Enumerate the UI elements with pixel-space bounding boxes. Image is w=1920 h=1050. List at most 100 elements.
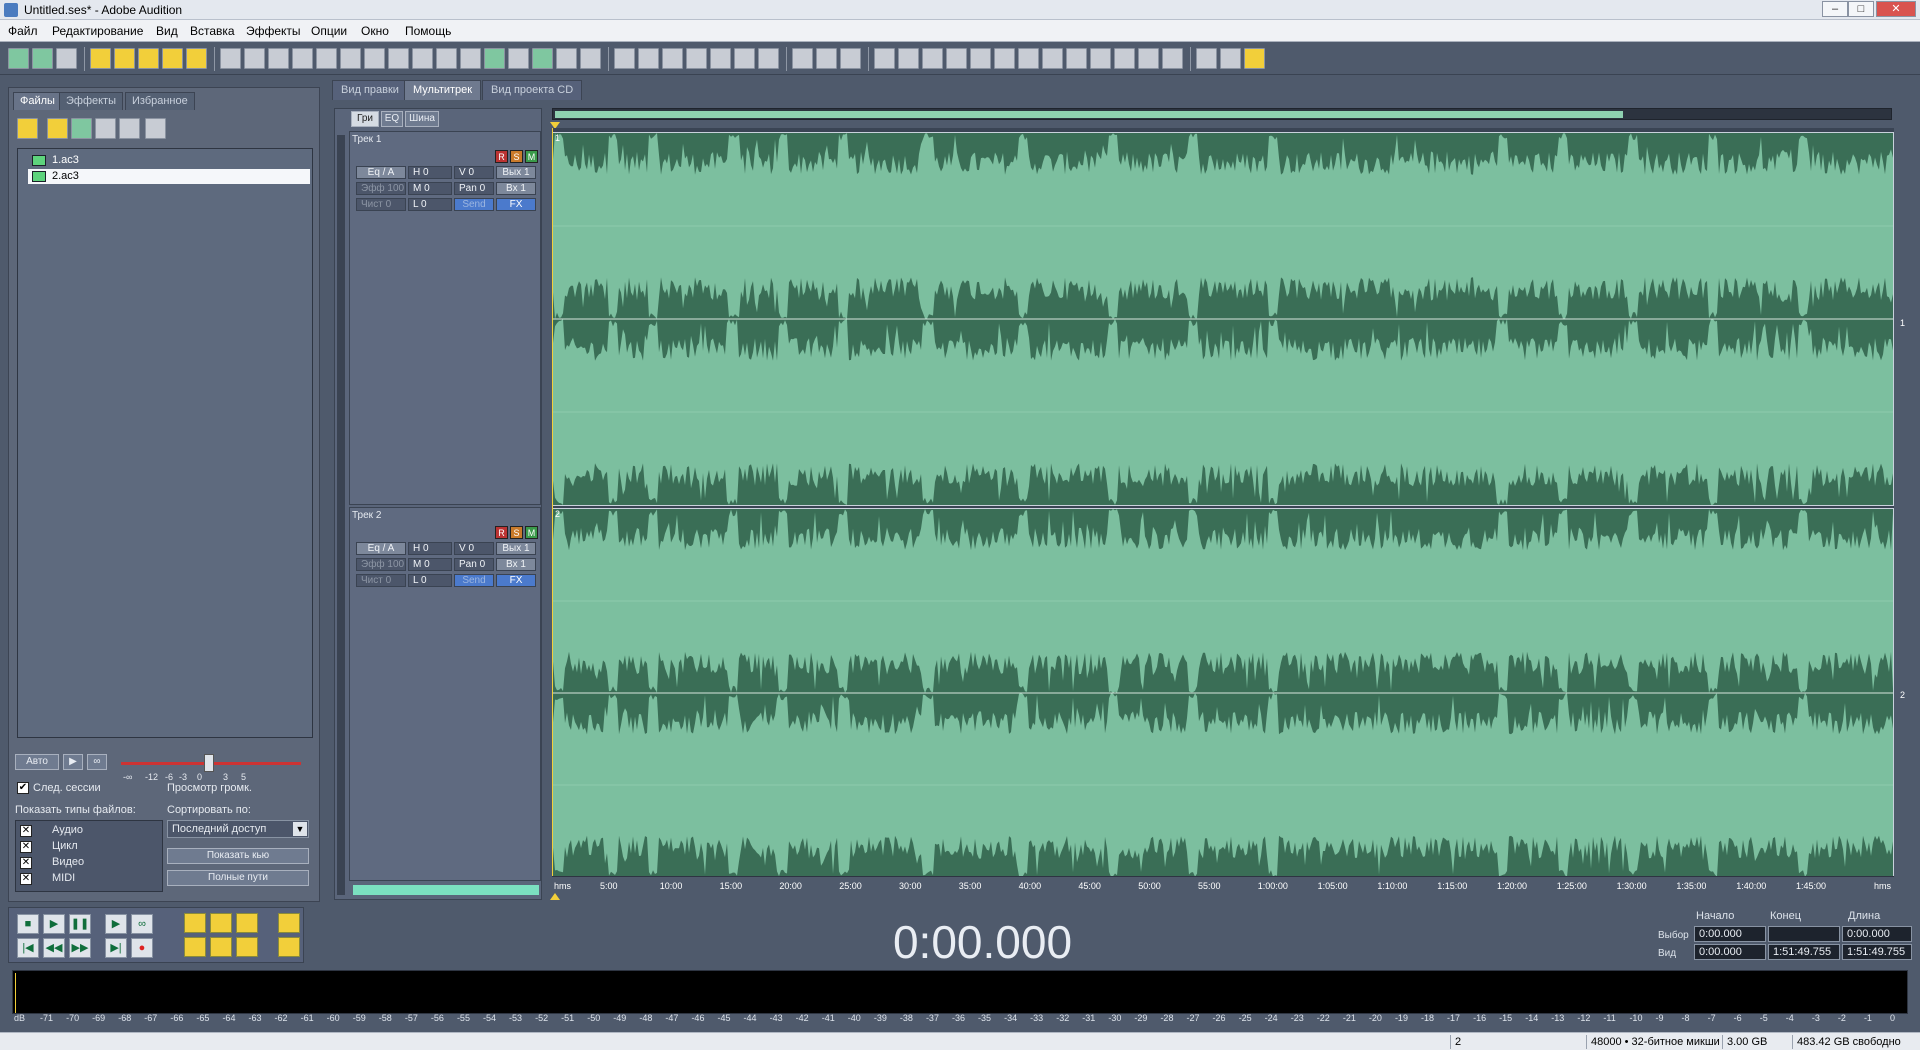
loop-checkbox[interactable]: ✕ [20, 841, 32, 853]
v-field[interactable]: V 0 [454, 166, 494, 179]
window-11-icon[interactable] [1114, 48, 1135, 69]
volume-field[interactable]: H 0 [408, 542, 452, 555]
time-ruler[interactable]: hms 5:00 10:00 15:00 20:00 25:00 30:00 35:00 40:… [552, 876, 1894, 894]
multitrack-view-icon[interactable] [32, 48, 53, 69]
window-3-icon[interactable] [922, 48, 943, 69]
zoom-out-icon[interactable] [210, 913, 232, 933]
mix-icon[interactable] [580, 48, 601, 69]
cut-icon[interactable] [316, 48, 337, 69]
output-button[interactable]: Вых 1 [496, 166, 536, 179]
window-13-icon[interactable] [1162, 48, 1183, 69]
zoom-full-icon[interactable] [236, 913, 258, 933]
menu-insert[interactable]: Вставка [190, 24, 235, 38]
lock-icon[interactable] [508, 48, 529, 69]
menu-view[interactable]: Вид [156, 24, 178, 38]
workspace-1-icon[interactable] [1196, 48, 1217, 69]
close-file-icon[interactable] [71, 118, 92, 139]
menu-file[interactable]: Файл [8, 24, 38, 38]
split-icon[interactable] [460, 48, 481, 69]
menu-options[interactable]: Опции [311, 24, 347, 38]
cd-view-icon[interactable] [56, 48, 77, 69]
playhead-line[interactable] [552, 128, 553, 880]
open-file-icon[interactable] [47, 118, 68, 139]
tab-cd-project[interactable]: Вид проекта CD [482, 80, 583, 100]
output-button[interactable]: Вых 1 [496, 542, 536, 555]
eq-button[interactable]: Eq / A [356, 166, 406, 179]
window-5-icon[interactable] [970, 48, 991, 69]
input-button[interactable]: Вх 1 [496, 182, 536, 195]
tab-multitrack[interactable]: Мультитрек [404, 80, 482, 100]
selection-end-field[interactable] [1768, 926, 1840, 942]
hybrid-tool-icon[interactable] [840, 48, 861, 69]
zoom-left-icon[interactable] [184, 937, 206, 957]
record-arm-button[interactable]: R [495, 526, 508, 539]
rewind-icon[interactable]: ◀◀ [43, 938, 65, 958]
fx-icon[interactable] [638, 48, 659, 69]
trim-icon[interactable] [340, 48, 361, 69]
record-icon[interactable]: ● [131, 938, 153, 958]
menu-edit[interactable]: Редактирование [52, 24, 143, 38]
l-field[interactable]: L 0 [408, 574, 452, 587]
window-1-icon[interactable] [874, 48, 895, 69]
open-icon[interactable] [114, 48, 135, 69]
selection-length-field[interactable]: 0:00.000 [1842, 926, 1912, 942]
fx-button[interactable]: FX [496, 574, 536, 587]
paste-icon[interactable] [268, 48, 289, 69]
loop-icon[interactable] [388, 48, 409, 69]
help-icon[interactable] [1244, 48, 1265, 69]
eq-button[interactable]: Eq / A [356, 542, 406, 555]
solo-button[interactable]: S [510, 526, 523, 539]
send-button[interactable]: Send [454, 574, 494, 587]
edit-view-icon[interactable] [8, 48, 29, 69]
window-9-icon[interactable] [1066, 48, 1087, 69]
fx-button[interactable]: FX [496, 198, 536, 211]
subtab-volume[interactable]: Гри [351, 111, 379, 127]
rubber-icon[interactable] [686, 48, 707, 69]
close-button[interactable]: ✕ [1876, 1, 1916, 17]
play-icon[interactable]: ▶ [43, 914, 65, 934]
midi-checkbox[interactable]: ✕ [20, 873, 32, 885]
follow-session-checkbox[interactable]: ✔ [17, 782, 29, 794]
zoom-in-icon[interactable] [184, 913, 206, 933]
full-paths-button[interactable]: Полные пути [167, 870, 309, 886]
scroll-thumb[interactable] [555, 111, 1623, 118]
window-12-icon[interactable] [1138, 48, 1159, 69]
effect-field[interactable]: Эфф 100 [356, 182, 406, 195]
subtab-eq[interactable]: EQ [381, 111, 403, 127]
window-6-icon[interactable] [994, 48, 1015, 69]
v-field[interactable]: V 0 [454, 542, 494, 555]
pan-field[interactable]: Pan 0 [454, 182, 494, 195]
pin-icon[interactable] [710, 48, 731, 69]
send-button[interactable]: Send [454, 198, 494, 211]
zoom-vertical-out-icon[interactable] [278, 937, 300, 957]
new-icon[interactable] [90, 48, 111, 69]
minimize-button[interactable]: – [1822, 1, 1848, 17]
effect-field[interactable]: Эфф 100 [356, 558, 406, 571]
undo-icon[interactable] [220, 48, 241, 69]
wet-icon[interactable] [614, 48, 635, 69]
fast-forward-icon[interactable]: ▶▶ [69, 938, 91, 958]
group-icon[interactable] [556, 48, 577, 69]
m-field[interactable]: M 0 [408, 182, 452, 195]
options-file-icon[interactable] [145, 118, 166, 139]
zoom-selection-icon[interactable] [236, 937, 258, 957]
clean-field[interactable]: Чист 0 [356, 198, 406, 211]
play-preview-button[interactable]: ▶ [63, 754, 83, 770]
silence-icon[interactable] [364, 48, 385, 69]
video-checkbox[interactable]: ✕ [20, 857, 32, 869]
tab-edit-view[interactable]: Вид правки [332, 80, 408, 100]
mix-paste-icon[interactable] [292, 48, 313, 69]
go-to-end-icon[interactable]: ▶| [105, 938, 127, 958]
edit-file-icon[interactable] [95, 118, 116, 139]
playhead-bottom-marker[interactable] [550, 893, 560, 900]
l-field[interactable]: L 0 [408, 198, 452, 211]
input-button[interactable]: Вх 1 [496, 558, 536, 571]
maximize-button[interactable]: □ [1848, 1, 1874, 17]
window-10-icon[interactable] [1090, 48, 1111, 69]
list-item[interactable]: 1.ac3 [28, 153, 310, 168]
copy-icon[interactable] [244, 48, 265, 69]
tab-favorites[interactable]: Избранное [125, 92, 195, 110]
view-length-field[interactable]: 1:51:49.755 [1842, 944, 1912, 960]
volume-field[interactable]: H 0 [408, 166, 452, 179]
open-append-icon[interactable] [138, 48, 159, 69]
